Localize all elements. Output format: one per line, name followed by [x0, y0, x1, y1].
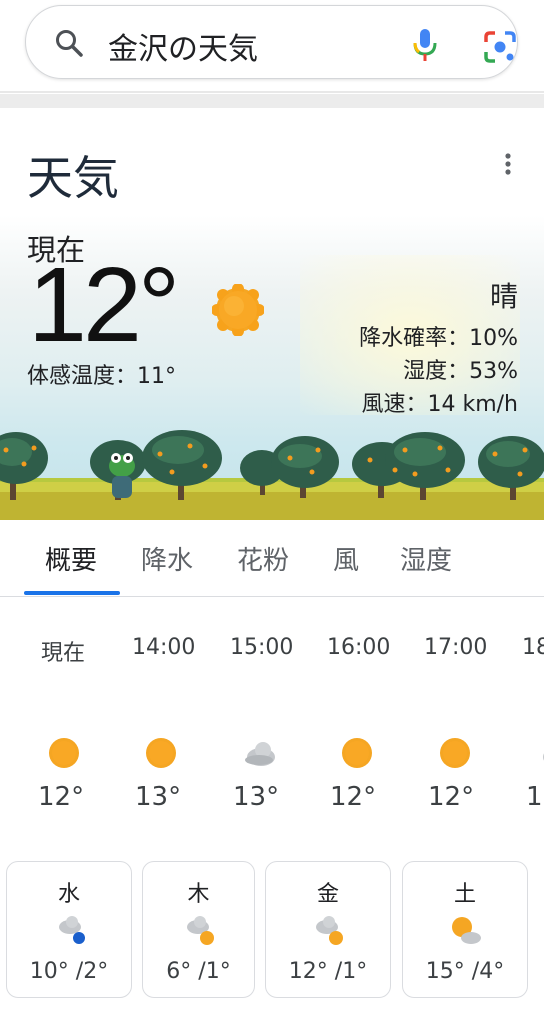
lens-icon[interactable] — [483, 30, 517, 64]
condition: 晴 — [489, 280, 518, 313]
wind-speed: 風速：14 km/h — [361, 392, 518, 417]
precipitation: 降水確率：10% — [359, 326, 518, 351]
day-name: 水 — [57, 882, 80, 907]
sun-cloud-icon — [452, 917, 481, 944]
day-card[interactable]: 土 15° /4° — [402, 861, 528, 998]
sun-icon — [146, 738, 176, 768]
orange-orchard-illustration — [0, 430, 544, 520]
tab-bar: 概要 降水 花粉 風 湿度 — [0, 520, 544, 597]
day-name: 土 — [453, 882, 476, 907]
tab-humidity[interactable]: 湿度 — [400, 540, 452, 577]
hour-time: 16:00 — [327, 635, 391, 660]
cloud-sun-icon — [316, 916, 343, 945]
more-options-icon[interactable] — [498, 152, 518, 178]
hour-time: 15:00 — [230, 635, 294, 660]
hour-temp: 12° — [38, 782, 85, 812]
day-name: 金 — [316, 882, 339, 907]
tab-overview[interactable]: 概要 — [45, 540, 97, 577]
day-temps: 10° /2° — [29, 959, 109, 984]
search-bar[interactable]: 金沢の天気 — [25, 5, 518, 79]
feels-like: 体感温度：11° — [27, 364, 176, 389]
hour-temp: 12° — [428, 782, 475, 812]
hour-time: 17:00 — [424, 635, 488, 660]
sun-icon — [342, 738, 372, 768]
hour-temp: 12° — [330, 782, 377, 812]
humidity: 湿度：53% — [403, 359, 518, 384]
card-title: 天気 — [27, 151, 119, 205]
mic-icon[interactable] — [411, 28, 439, 62]
day-temps: 6° /1° — [166, 959, 231, 984]
day-temps: 15° /4° — [425, 959, 505, 984]
day-name: 木 — [187, 882, 210, 907]
sun-icon — [49, 738, 79, 768]
day-temps: 12° /1° — [288, 959, 368, 984]
sun-icon — [212, 284, 264, 336]
cloud-icon — [543, 753, 544, 761]
active-tab-indicator — [24, 591, 120, 595]
sun-icon — [440, 738, 470, 768]
search-icon[interactable] — [54, 28, 84, 58]
tab-pollen[interactable]: 花粉 — [237, 540, 289, 577]
day-card[interactable]: 金 12° /1° — [265, 861, 391, 998]
current-temperature: 12° — [28, 246, 180, 364]
hour-temp: 13° — [233, 782, 280, 812]
hour-temp: 13° — [135, 782, 182, 812]
cloud-rain-icon — [59, 916, 85, 944]
divider — [0, 91, 544, 93]
day-card[interactable]: 木 6° /1° — [142, 861, 255, 998]
tab-precipitation[interactable]: 降水 — [141, 540, 193, 577]
tab-wind[interactable]: 風 — [333, 540, 359, 577]
cloud-icon — [245, 742, 275, 766]
hour-temp: 1 — [526, 782, 543, 812]
hour-time: 14:00 — [132, 635, 196, 660]
hour-time: 18 — [522, 635, 544, 660]
day-card[interactable]: 水 10° /2° — [6, 861, 132, 998]
cloud-sun-icon — [187, 916, 214, 945]
search-input[interactable]: 金沢の天気 — [108, 24, 258, 68]
hour-time: 現在 — [41, 641, 86, 666]
divider-band — [0, 94, 544, 108]
